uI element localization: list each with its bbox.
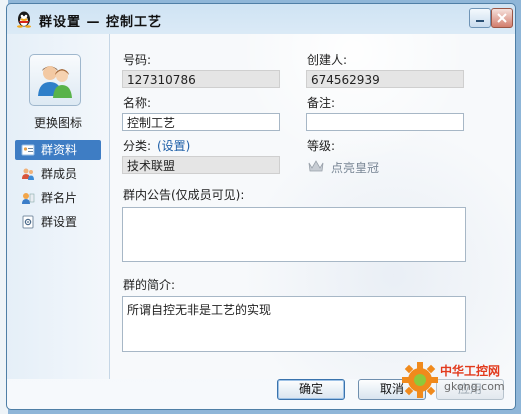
- category-label: 分类:: [123, 139, 152, 153]
- category-field: 技术联盟: [122, 156, 280, 174]
- note-input[interactable]: [306, 113, 464, 131]
- light-crown-link[interactable]: 点亮皇冠: [331, 159, 379, 176]
- group-name-input[interactable]: 控制工艺: [122, 113, 280, 131]
- minimize-icon: [476, 20, 484, 22]
- qq-penguin-icon: [17, 11, 31, 28]
- sidebar: 更换图标 群资料 群成员 群名片 群设置: [7, 34, 110, 379]
- sidebar-item-business-card[interactable]: 群名片: [15, 188, 101, 208]
- ok-button[interactable]: 确定: [277, 379, 345, 400]
- watermark-domain: gkong.com: [444, 380, 505, 393]
- number-label: 号码:: [123, 53, 152, 67]
- settings-doc-icon: [22, 215, 34, 229]
- sidebar-item-members[interactable]: 群成员: [15, 164, 101, 184]
- close-icon: [497, 13, 507, 23]
- sidebar-item-label: 群设置: [41, 215, 78, 229]
- change-icon-link[interactable]: 更换图标: [7, 114, 109, 131]
- announcement-textarea[interactable]: [122, 207, 466, 262]
- group-info-panel: 号码: 127310786 创建人: 674562939 名称: 控制工艺 备注…: [110, 34, 515, 379]
- announcement-label: 群内公告(仅成员可见):: [123, 188, 245, 202]
- name-label: 名称:: [123, 96, 152, 110]
- intro-label: 群的简介:: [123, 278, 176, 292]
- category-settings-link[interactable]: (设置): [157, 137, 190, 154]
- intro-textarea[interactable]: 所谓自控无非是工艺的实现: [122, 296, 466, 352]
- gkong-watermark: 中华工控网 gkong.com: [398, 354, 516, 410]
- group-avatar[interactable]: [29, 54, 81, 106]
- crown-icon: [308, 160, 324, 172]
- members-icon: [22, 168, 34, 180]
- creator-label: 创建人:: [307, 53, 348, 67]
- title-bar: 群设置 — 控制工艺: [7, 4, 515, 34]
- sidebar-item-settings[interactable]: 群设置: [15, 212, 101, 232]
- info-card-icon: [21, 144, 35, 156]
- sidebar-item-group-info[interactable]: 群资料: [15, 140, 101, 160]
- sidebar-item-label: 群名片: [41, 191, 78, 205]
- minimize-button[interactable]: [469, 8, 491, 28]
- level-label: 等级:: [307, 139, 336, 153]
- creator-field: 674562939: [306, 70, 464, 88]
- watermark-site-name: 中华工控网: [440, 364, 501, 378]
- close-button[interactable]: [491, 8, 513, 28]
- window-title: 群设置 — 控制工艺: [39, 15, 163, 30]
- sidebar-item-label: 群成员: [41, 167, 78, 181]
- business-card-icon: [22, 193, 35, 204]
- gear-logo-icon: [402, 362, 438, 398]
- note-label: 备注:: [307, 96, 336, 110]
- sidebar-item-label: 群资料: [41, 143, 78, 157]
- group-settings-window: 群设置 — 控制工艺 更换图标 群资料 群成员 群名片 群设置 号码: 1273…: [6, 3, 516, 410]
- group-people-icon: [38, 66, 72, 98]
- group-number-field: 127310786: [122, 70, 280, 88]
